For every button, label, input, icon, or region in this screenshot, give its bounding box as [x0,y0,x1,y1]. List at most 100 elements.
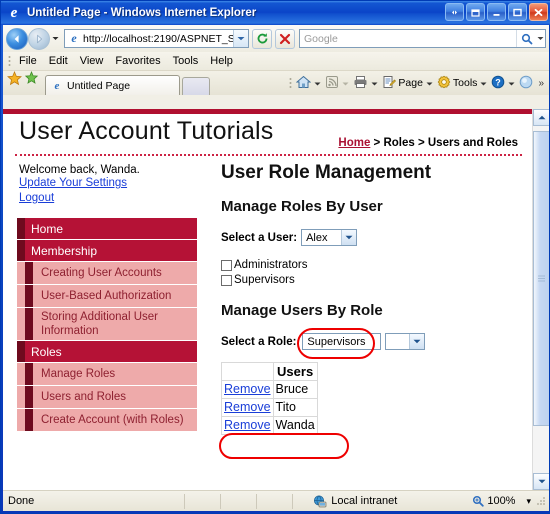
menu-item-view[interactable]: View [74,54,110,68]
section-heading-manage-users-by-role: Manage Users By Role [221,302,383,319]
menu-item-tools[interactable]: Tools [167,54,205,68]
restore-window-button[interactable] [466,3,485,21]
search-icon[interactable] [516,30,536,47]
sidebar-item-manage-roles[interactable]: Manage Roles [17,363,197,386]
chevron-down-icon[interactable] [408,334,424,349]
page-button-label: Page [398,77,423,89]
address-bar[interactable]: e http://localhost:2190/ASPNET_Security_… [64,29,249,48]
sidebar-accent-bar [25,262,33,284]
favorites-buttons [7,69,45,95]
status-divider [184,493,186,509]
table-cell-action: Remove [221,380,274,399]
zoom-caret-icon[interactable]: ▾ [526,496,531,507]
select-user-label: Select a User: [221,231,298,244]
close-button[interactable] [529,3,548,21]
address-history-dropdown[interactable] [233,30,248,47]
refresh-button[interactable] [252,28,272,49]
favorites-star-icon[interactable] [7,70,22,91]
feeds-button[interactable] [323,73,351,93]
print-caret-icon[interactable] [371,77,378,89]
chevron-down-icon[interactable] [341,230,357,245]
status-bar: Done Local intranet 100% ▾ [3,490,549,511]
help-caret-icon[interactable] [508,77,515,89]
checkbox-administrators[interactable] [221,260,232,271]
page-caret-icon[interactable] [426,77,433,89]
menu-item-edit[interactable]: Edit [43,54,74,68]
new-tab-button[interactable] [182,77,210,95]
resize-grip-icon[interactable] [535,495,547,507]
sidebar-item-label: Users and Roles [41,391,127,403]
sidebar-item-creating-user-accounts[interactable]: Creating User Accounts [17,262,197,285]
menu-item-help[interactable]: Help [204,54,239,68]
remove-link[interactable]: Remove [224,400,271,414]
add-to-favorites-icon[interactable] [24,70,40,91]
breadcrumb-home-link[interactable]: Home [338,137,370,149]
search-provider-dropdown[interactable] [536,36,545,41]
user-dropdown[interactable]: Alex [301,229,358,246]
update-settings-link[interactable]: Update Your Settings [17,176,197,191]
tools-button[interactable]: Tools [435,73,490,93]
sidebar-item-label: Storing Additional User Information [41,311,158,337]
scroll-up-button[interactable] [533,109,549,126]
table-cell-action: Remove [221,398,274,417]
scrollbar-track[interactable] [533,126,549,473]
sidebar-item-membership[interactable]: Membership [17,240,197,262]
back-button[interactable] [6,27,28,50]
search-box[interactable]: Google [299,29,546,48]
sidebar-item-roles[interactable]: Roles [17,341,197,363]
sidebar-item-home[interactable]: Home [17,218,197,240]
messenger-button[interactable] [517,73,535,93]
sidebar-item-label: Home [31,221,64,236]
remove-link[interactable]: Remove [224,382,271,396]
scroll-down-button[interactable] [533,473,549,490]
select-role-row: Select a Role: Supervisors [221,328,521,359]
checkbox-row-supervisors[interactable]: Supervisors [221,273,521,288]
tools-caret-icon[interactable] [480,77,487,89]
stop-button[interactable] [275,28,295,49]
sidebar-accent-bar [25,308,33,340]
menu-item-favorites[interactable]: Favorites [109,54,166,68]
tab-label: Untitled Page [67,79,131,92]
security-zone[interactable]: Local intranet [313,495,397,508]
recent-pages-dropdown[interactable] [50,36,61,41]
checkbox-supervisors[interactable] [221,275,232,286]
status-divider [220,493,222,509]
feeds-icon [325,75,339,92]
table-cell-user: Wanda [272,416,318,435]
help-button[interactable]: ? [489,73,517,93]
navigation-bar: e http://localhost:2190/ASPNET_Security_… [3,25,549,52]
print-button[interactable] [351,73,380,93]
page-button[interactable]: Page [380,73,435,93]
sidebar-item-storing-additional-user-information[interactable]: Storing Additional User Information [17,308,197,341]
zoom-control[interactable]: 100% ▾ [472,495,535,507]
command-overflow-button[interactable]: » [535,78,547,89]
sidebar-item-label: Creating User Accounts [41,267,162,279]
table-header-row: Users [221,362,318,381]
window-buttons [445,3,548,21]
site-title: User Account Tutorials [19,117,274,145]
menu-item-file[interactable]: File [13,54,43,68]
sidebar-item-create-account-with-roles[interactable]: Create Account (with Roles) [17,409,197,432]
home-caret-icon[interactable] [314,77,321,89]
minimize-button[interactable] [487,3,506,21]
role-dropdown-arrow-box[interactable] [384,333,425,350]
svg-text:?: ? [496,77,502,87]
ie-tab-icon: e [54,79,60,92]
menu-grip-icon [6,54,13,68]
sidebar-item-user-based-authorization[interactable]: User-Based Authorization [17,285,197,308]
search-input[interactable]: Google [300,33,516,45]
scrollbar-thumb[interactable] [533,131,549,426]
page-scrollbar[interactable] [532,109,549,490]
tools-button-label: Tools [452,77,478,89]
maximize-button[interactable] [508,3,527,21]
role-dropdown[interactable]: Supervisors [302,333,381,350]
checkbox-row-administrators[interactable]: Administrators [221,258,521,273]
logout-link[interactable]: Logout [17,191,197,206]
checkbox-label: Supervisors [234,274,295,286]
forward-button[interactable] [28,27,50,50]
home-button[interactable] [294,73,323,93]
remove-link[interactable]: Remove [224,418,271,432]
sidebar-item-users-and-roles[interactable]: Users and Roles [17,386,197,409]
tab-untitled-page[interactable]: e Untitled Page [45,75,180,95]
restore-down-button[interactable] [445,3,464,21]
